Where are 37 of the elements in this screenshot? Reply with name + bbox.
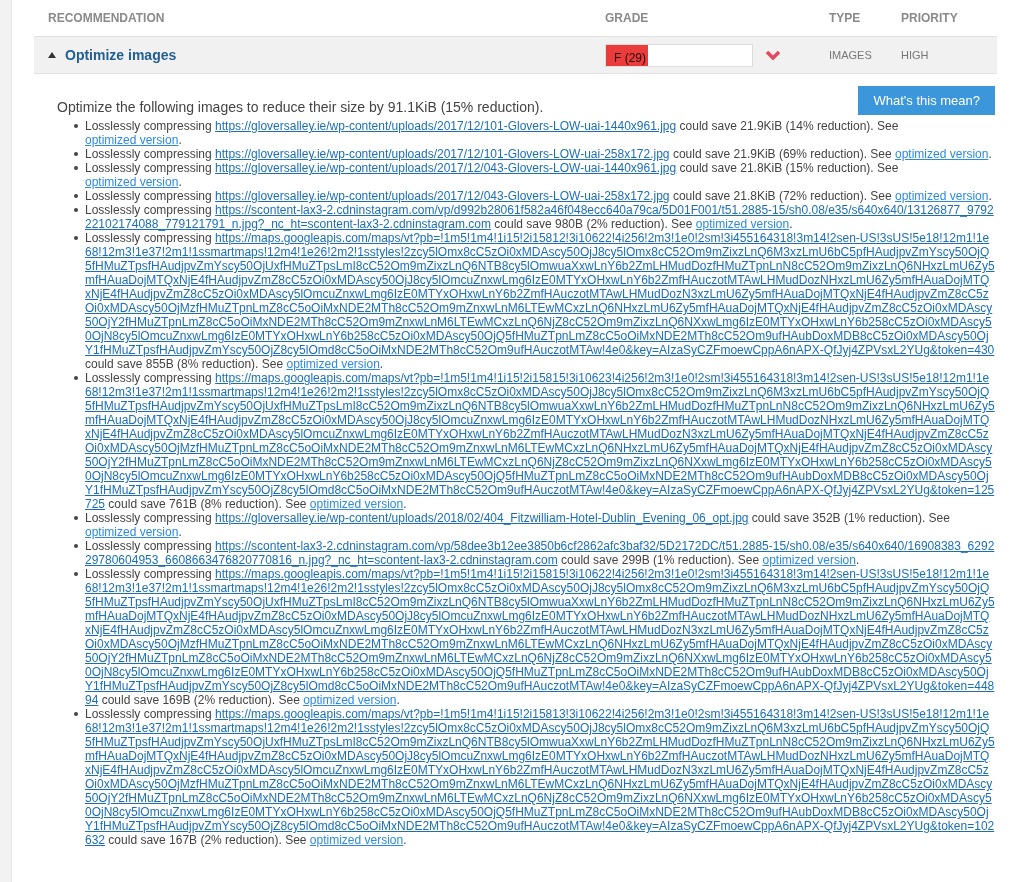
column-header: TYPE (829, 10, 862, 27)
item-text: Losslessly compressing https://gloversalley.ie/wp-content/uploads/2017/12/101-Glovers-LOW-uai-258x172.jpg could save 21.9KiB (69% reduction). See optimized version. (85, 147, 992, 161)
column-header: GRADE (605, 10, 650, 27)
bullet-icon (74, 516, 78, 520)
item-text: Losslessly compressing https://maps.googleapis.com/maps/vt?pb=!1m5!1m4!1i15!2i15813!3i10622!4i256!2m3!1e0!2sm!3i455164318!3m14!2sen-US!3sUS!5e18!12m1!1e68!12m3!1e37!2m1!1ssmartmaps!12m4!1e26!2m2!1sstyles!2zcy5lOmx8cC5zOi0xMDAscy50OjJ8cy5lOmx8cC52Om9mZixzLnQ6M3xzLmU6bC5pfHAudjpvZmYscy50OjQ5fHMuZTpsfHAudjpvZmYscy50OjUxfHMuZTpsLmI8cC52Om9mZixzLnQ6NTB8cy5lOmwuaXxwLnY6b2ZmLHMudDozfHMuZTpnLnN8cC52Om9mZixzLnQ6NHxzLmU6Zy5mfHAuaDojMTQxNjE4fHAudjpvZmZ8cC5zOi0xMDAscy50OjJ8cy5lOmcuZnxwLmg6IzE0MTYxOHxwLnY6b2ZmfHAuczotMTAwLHMudDozNHxzLmU6Zy5mfHAuaDojMTQxNjE4fHAudjpvZmZ8cC5zOi0xMDAscy5lOmcuZnxwLmg6IzE0MTYxOHxwLnY6b2ZmfHAuczotMTAwLHMudDozN3xzLmU6Zy5mfHAuaDojMTQxNjE4fHAudjpvZmZ8cC5zOi0xMDAscy50OjMzfHMuZTpnLmZ8cC5oOiMxNDE2MTh8cC52Om9mZnxwLnM6LTEwMCxzLnQ6NHxzLmU6Zy5mfHAuaDojMTQxNjE4fHAudjpvZmZ8cC5zOi0xMDAscy50OjY2fHMuZTpnLmZ8cC5oOiMxNDE2MTh8cC52Om9mZnxwLnM6LTEwMCxzLnQ6NjZ8cC52Om9mZixzLnQ6NXxwLmg6IzE0MTYxOHxwLnY6b258cC5zOi0xMDAscy50OjN8cy5lOmcuZnxwLmg6IzE0MTYxOHxwLnY6b258cC5zOi0xMDAscy50OjQ5fHMuZTpnLmZ8cC5oOiMxNDE2MTh8cC52Om9ufHAubDoxMDB8cC5zOi0xMDAscy50OjY1fHMuZTpsfHAudjpvZmYscy50OjZ8cy5lOmd8cC5oOiMxNDE2MTh8cC52Om9ufHAuczotMTAw!4e0&key=AIzaSyCZFmoewCppA6nAPX-QfJyj4ZPVsxL2YUg&token=102632 could save 167B (2% reduction). See optimized version. (85, 707, 995, 847)
bullet-icon (74, 376, 78, 380)
bullet-icon (74, 208, 78, 212)
bullet-icon (74, 124, 78, 128)
bullet-icon (74, 572, 78, 576)
whats-this-mean-button[interactable]: What's this mean? (858, 86, 995, 115)
item-text: Losslessly compressing https://gloversalley.ie/wp-content/uploads/2017/12/043-Glovers-LOW-uai-1440x961.jpg could save 21.8KiB (15% reduction). See optimized version. (85, 161, 900, 189)
optimized-version-link[interactable]: optimized version (286, 357, 380, 371)
bullet-icon (74, 712, 78, 716)
priority-label: HIGH (901, 47, 930, 63)
bullet-icon (74, 152, 78, 156)
item-text: Losslessly compressing https://maps.googleapis.com/maps/vt?pb=!1m5!1m4!1i15!2i15815!3i10623!4i256!2m3!1e0!2sm!3i455164318!3m14!2sen-US!3sUS!5e18!12m1!1e68!12m3!1e37!2m1!1ssmartmaps!12m4!1e26!2m2!1sstyles!2zcy5lOmx8cC5zOi0xMDAscy50OjJ8cy5lOmx8cC52Om9mZixzLnQ6M3xzLmU6bC5pfHAudjpvZmYscy50OjQ5fHMuZTpsfHAudjpvZmYscy50OjUxfHMuZTpsLmI8cC52Om9mZixzLnQ6NTB8cy5lOmwuaXxwLnY6b2ZmLHMudDozfHMuZTpnLnN8cC52Om9mZixzLnQ6NHxzLmU6Zy5mfHAuaDojMTQxNjE4fHAudjpvZmZ8cC5zOi0xMDAscy50OjJ8cy5lOmcuZnxwLmg6IzE0MTYxOHxwLnY6b2ZmfHAuczotMTAwLHMudDozNHxzLmU6Zy5mfHAuaDojMTQxNjE4fHAudjpvZmZ8cC5zOi0xMDAscy5lOmcuZnxwLmg6IzE0MTYxOHxwLnY6b2ZmfHAuczotMTAwLHMudDozN3xzLmU6Zy5mfHAuaDojMTQxNjE4fHAudjpvZmZ8cC5zOi0xMDAscy50OjMzfHMuZTpnLmZ8cC5oOiMxNDE2MTh8cC52Om9mZnxwLnM6LTEwMCxzLnQ6NHxzLmU6Zy5mfHAuaDojMTQxNjE4fHAudjpvZmZ8cC5zOi0xMDAscy50OjY2fHMuZTpnLmZ8cC5oOiMxNDE2MTh8cC52Om9mZnxwLnM6LTEwMCxzLnQ6NjZ8cC52Om9mZixzLnQ6NXxwLmg6IzE0MTYxOHxwLnY6b258cC5zOi0xMDAscy50OjN8cy5lOmcuZnxwLmg6IzE0MTYxOHxwLnY6b258cC5zOi0xMDAscy50OjQ5fHMuZTpnLmZ8cC5oOiMxNDE2MTh8cC52Om9ufHAubDoxMDB8cC5zOi0xMDAscy50OjY1fHMuZTpsfHAudjpvZmYscy50OjZ8cy5lOmd8cC5oOiMxNDE2MTh8cC52Om9ufHAuczotMTAw!4e0&key=AIzaSyCZFmoewCppA6nAPX-QfJyj4ZPVsxL2YUg&token=125725 could save 761B (8% reduction). See optimized version. (85, 371, 995, 511)
bullet-icon (74, 194, 78, 198)
bullet-icon (74, 166, 78, 170)
summary-text: Optimize the following images to reduce their size by 91.1KiB (15% reduction). (57, 98, 544, 117)
item-text: Losslessly compressing https://scontent-lax3-2.cdninstagram.com/vp/d992b28061f582a46f048ecc640a79ca/5D01F001/t51.2885-15/sh0.08/e35/s640x640/13126877_979222102174088_779121791_n.jpg?_nc_ht=scontent-lax3-2.cdninstagram.com could save 980B (2% reduction). See optimized version. (85, 203, 995, 231)
grade-label: F (29) (614, 49, 646, 67)
bullet-icon (74, 236, 78, 240)
optimized-version-link[interactable]: optimized version (762, 553, 856, 567)
bullet-icon (74, 544, 78, 548)
item-text: Losslessly compressing https://maps.googleapis.com/maps/vt?pb=!1m5!1m4!1i15!2i15815!3i10622!4i256!2m3!1e0!2sm!3i455164318!3m14!2sen-US!3sUS!5e18!12m1!1e68!12m3!1e37!2m1!1ssmartmaps!12m4!1e26!2m2!1sstyles!2zcy5lOmx8cC5zOi0xMDAscy50OjJ8cy5lOmx8cC52Om9mZixzLnQ6M3xzLmU6bC5pfHAudjpvZmYscy50OjQ5fHMuZTpsfHAudjpvZmYscy50OjUxfHMuZTpsLmI8cC52Om9mZixzLnQ6NTB8cy5lOmwuaXxwLnY6b2ZmLHMudDozfHMuZTpnLnN8cC52Om9mZixzLnQ6NHxzLmU6Zy5mfHAuaDojMTQxNjE4fHAudjpvZmZ8cC5zOi0xMDAscy50OjJ8cy5lOmcuZnxwLmg6IzE0MTYxOHxwLnY6b2ZmfHAuczotMTAwLHMudDozNHxzLmU6Zy5mfHAuaDojMTQxNjE4fHAudjpvZmZ8cC5zOi0xMDAscy5lOmcuZnxwLmg6IzE0MTYxOHxwLnY6b2ZmfHAuczotMTAwLHMudDozN3xzLmU6Zy5mfHAuaDojMTQxNjE4fHAudjpvZmZ8cC5zOi0xMDAscy50OjMzfHMuZTpnLmZ8cC5oOiMxNDE2MTh8cC52Om9mZnxwLnM6LTEwMCxzLnQ6NHxzLmU6Zy5mfHAuaDojMTQxNjE4fHAudjpvZmZ8cC5zOi0xMDAscy50OjY2fHMuZTpnLmZ8cC5oOiMxNDE2MTh8cC52Om9mZnxwLnM6LTEwMCxzLnQ6NjZ8cC52Om9mZixzLnQ6NXxwLmg6IzE0MTYxOHxwLnY6b258cC5zOi0xMDAscy50OjN8cy5lOmcuZnxwLmg6IzE0MTYxOHxwLnY6b258cC5zOi0xMDAscy50OjQ5fHMuZTpnLmZ8cC5oOiMxNDE2MTh8cC52Om9ufHAubDoxMDB8cC5zOi0xMDAscy50OjY1fHMuZTpsfHAudjpvZmYscy50OjZ8cy5lOmd8cC5oOiMxNDE2MTh8cC52Om9ufHAuczotMTAw!4e0&key=AIzaSyCZFmoewCppA6nAPX-QfJyj4ZPVsxL2YUg&token=44894 could save 169B (2% reduction). See optimized version. (85, 567, 995, 707)
column-header: PRIORITY (901, 10, 959, 27)
item-text: Losslessly compressing https://gloversalley.ie/wp-content/uploads/2017/12/101-Glovers-LOW-uai-1440x961.jpg could save 21.9KiB (14% reduction). See optimized version. (85, 119, 900, 147)
item-text: Losslessly compressing https://scontent-lax3-2.cdninstagram.com/vp/58dee3b12ee3850b6cf2862afc3baf32/5D2172DC/t51.2885-15/sh0.08/e35/s640x640/16908383_629229780604953_6608663476820770816_n.jpg?_nc_ht=scontent-lax3-2.cdninstagram.com could save 299B (1% reduction). See optimized version. (85, 539, 995, 567)
item-text: Losslessly compressing https://maps.googleapis.com/maps/vt?pb=!1m5!1m4!1i15!2i15812!3i10622!4i256!2m3!1e0!2sm!3i455164318!3m14!2sen-US!3sUS!5e18!12m1!1e68!12m3!1e37!2m1!1ssmartmaps!12m4!1e26!2m2!1sstyles!2zcy5lOmx8cC5zOi0xMDAscy50OjJ8cy5lOmx8cC52Om9mZixzLnQ6M3xzLmU6bC5pfHAudjpvZmYscy50OjQ5fHMuZTpsfHAudjpvZmYscy50OjUxfHMuZTpsLmI8cC52Om9mZixzLnQ6NTB8cy5lOmwuaXxwLnY6b2ZmLHMudDozfHMuZTpnLnN8cC52Om9mZixzLnQ6NHxzLmU6Zy5mfHAuaDojMTQxNjE4fHAudjpvZmZ8cC5zOi0xMDAscy50OjJ8cy5lOmcuZnxwLmg6IzE0MTYxOHxwLnY6b2ZmfHAuczotMTAwLHMudDozNHxzLmU6Zy5mfHAuaDojMTQxNjE4fHAudjpvZmZ8cC5zOi0xMDAscy5lOmcuZnxwLmg6IzE0MTYxOHxwLnY6b2ZmfHAuczotMTAwLHMudDozN3xzLmU6Zy5mfHAuaDojMTQxNjE4fHAudjpvZmZ8cC5zOi0xMDAscy50OjMzfHMuZTpnLmZ8cC5oOiMxNDE2MTh8cC52Om9mZnxwLnM6LTEwMCxzLnQ6NHxzLmU6Zy5mfHAuaDojMTQxNjE4fHAudjpvZmZ8cC5zOi0xMDAscy50OjY2fHMuZTpnLmZ8cC5oOiMxNDE2MTh8cC52Om9mZnxwLnM6LTEwMCxzLnQ6NjZ8cC52Om9mZixzLnQ6NXxwLmg6IzE0MTYxOHxwLnY6b258cC5zOi0xMDAscy50OjN8cy5lOmcuZnxwLmg6IzE0MTYxOHxwLnY6b258cC5zOi0xMDAscy50OjQ5fHMuZTpnLmZ8cC5oOiMxNDE2MTh8cC52Om9ufHAubDoxMDB8cC5zOi0xMDAscy50OjY1fHMuZTpsfHAudjpvZmYscy50OjZ8cy5lOmd8cC5oOiMxNDE2MTh8cC52Om9ufHAuczotMTAw!4e0&key=AIzaSyCZFmoewCppA6nAPX-QfJyj4ZPVsxL2YUg&token=430 could save 855B (8% reduction). See optimized version. (85, 231, 995, 371)
column-header: RECOMMENDATION (48, 10, 166, 27)
optimized-version-link[interactable]: optimized version (303, 693, 397, 707)
recommendation-title[interactable]: Optimize images (65, 44, 177, 66)
triangle-icon[interactable] (48, 52, 56, 58)
type-label: IMAGES (829, 47, 873, 63)
item-text: Losslessly compressing https://gloversalley.ie/wp-content/uploads/2017/12/043-Glovers-LOW-uai-258x172.jpg could save 21.8KiB (72% reduction). See optimized version. (85, 189, 992, 203)
chevron-icon[interactable] (765, 50, 781, 60)
item-text: Losslessly compressing https://gloversalley.ie/wp-content/uploads/2018/02/404_Fitzwilliam-Hotel-Dublin_Evening_06_opt.jpg could save 352B (1% reduction). See optimized version. (85, 511, 951, 539)
